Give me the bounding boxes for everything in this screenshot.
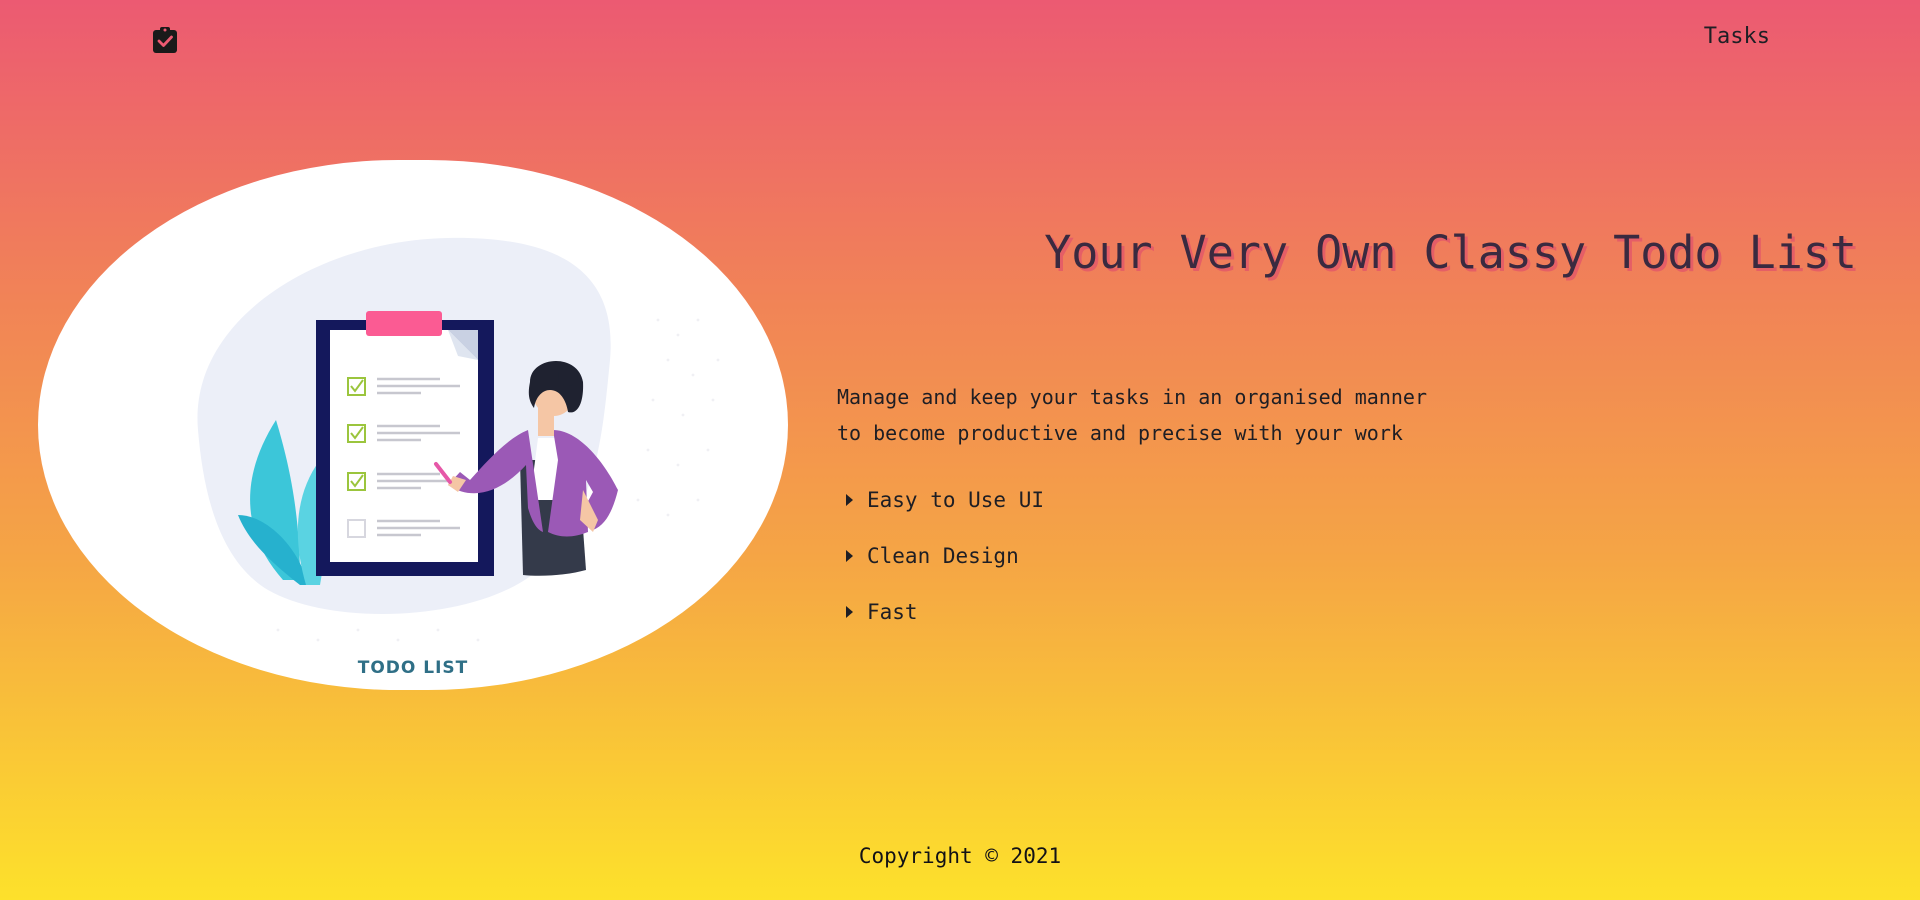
nav-tasks-link[interactable]: Tasks	[1704, 24, 1770, 49]
feature-label: Clean Design	[867, 544, 1019, 568]
card-caption: TODO LIST	[357, 658, 469, 678]
page-headline: Your Very Own Classy Todo List	[1044, 226, 1857, 279]
caret-right-icon	[846, 606, 853, 618]
feature-item: Easy to Use UI	[846, 472, 1044, 528]
feature-label: Easy to Use UI	[867, 488, 1045, 512]
description-line-2: to become productive and precise with yo…	[837, 421, 1403, 445]
caret-right-icon	[846, 550, 853, 562]
illustration-image	[197, 237, 720, 642]
feature-list: Easy to Use UI Clean Design Fast	[846, 472, 1044, 640]
nav-logo[interactable]	[152, 26, 178, 54]
caret-right-icon	[846, 494, 853, 506]
description: Manage and keep your tasks in an organis…	[837, 379, 1477, 451]
footer-copyright: Copyright © 2021	[858, 844, 1062, 868]
clipboard-check-icon	[153, 27, 177, 53]
description-line-1: Manage and keep your tasks in an organis…	[837, 385, 1428, 409]
feature-label: Fast	[867, 600, 918, 624]
feature-item: Fast	[846, 584, 1044, 640]
feature-item: Clean Design	[846, 528, 1044, 584]
hero-card: TODO LIST	[38, 160, 788, 690]
